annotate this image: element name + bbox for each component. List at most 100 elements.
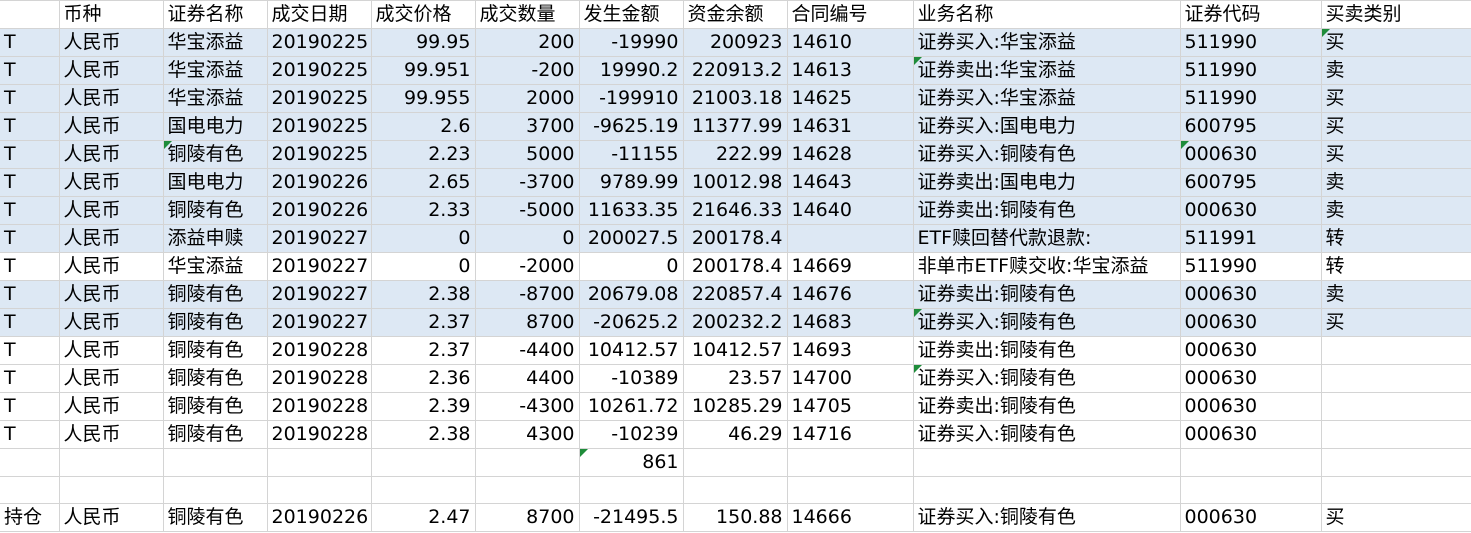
cell-business-name[interactable]: 非单市ETF赎交收:华宝添益 — [913, 252, 1181, 281]
cell-trade-type[interactable] — [1321, 392, 1471, 421]
cell-currency[interactable]: 人民币 — [59, 308, 164, 337]
cell-row-flag[interactable] — [0, 448, 60, 477]
cell-security-code[interactable]: 600795 — [1180, 168, 1322, 197]
cell-trade-qty[interactable]: 8700 — [475, 308, 580, 337]
cell-balance[interactable]: 46.29 — [683, 420, 788, 449]
cell-contract-no[interactable]: 14676 — [787, 280, 914, 309]
cell-security-code[interactable]: 000630 — [1180, 364, 1322, 393]
cell-security-name[interactable]: 铜陵有色 — [163, 420, 268, 449]
cell-trade-price[interactable]: 0 — [371, 252, 476, 281]
cell-trade-qty[interactable]: -200 — [475, 56, 580, 85]
cell-security-code[interactable]: 000630 — [1180, 336, 1322, 365]
cell-amount[interactable]: 20679.08 — [579, 280, 684, 309]
cell-trade-type[interactable]: 卖 — [1321, 168, 1471, 197]
cell-business-name[interactable]: 证券卖出:铜陵有色 — [913, 392, 1181, 421]
column-header-security-name[interactable]: 证券名称 — [163, 0, 268, 29]
cell-business-name[interactable] — [913, 448, 1181, 477]
cell-security-name[interactable]: 铜陵有色 — [163, 308, 268, 337]
cell-trade-qty[interactable]: 4300 — [475, 420, 580, 449]
cell-trade-type[interactable]: 卖 — [1321, 196, 1471, 225]
cell-balance[interactable]: 150.88 — [683, 503, 788, 532]
cell-security-name[interactable]: 国电电力 — [163, 112, 268, 141]
cell-trade-date[interactable]: 20190228 — [267, 364, 372, 393]
cell-amount[interactable]: -10239 — [579, 420, 684, 449]
cell-balance[interactable]: 200178.4 — [683, 252, 788, 281]
column-header-trade-type[interactable]: 买卖类别 — [1321, 0, 1471, 29]
cell-contract-no[interactable]: 14643 — [787, 168, 914, 197]
cell-trade-qty[interactable]: -8700 — [475, 280, 580, 309]
cell-security-code[interactable] — [1180, 448, 1322, 477]
cell-security-name[interactable]: 铜陵有色 — [163, 280, 268, 309]
cell-currency[interactable]: 人民币 — [59, 84, 164, 113]
cell-trade-qty[interactable] — [475, 448, 580, 477]
cell-trade-price[interactable]: 99.951 — [371, 56, 476, 85]
cell-contract-no[interactable]: 14716 — [787, 420, 914, 449]
cell-trade-date[interactable]: 20190225 — [267, 112, 372, 141]
cell-security-name[interactable]: 铜陵有色 — [163, 503, 268, 532]
cell-amount[interactable]: -10389 — [579, 364, 684, 393]
cell-trade-price[interactable] — [371, 448, 476, 477]
cell-balance[interactable] — [683, 476, 788, 504]
cell-business-name[interactable]: 证券卖出:铜陵有色 — [913, 280, 1181, 309]
cell-security-code[interactable]: 000630 — [1180, 196, 1322, 225]
column-header-trade-price[interactable]: 成交价格 — [371, 0, 476, 29]
cell-trade-type[interactable] — [1321, 476, 1471, 504]
cell-row-flag[interactable]: T — [0, 392, 60, 421]
cell-balance[interactable]: 23.57 — [683, 364, 788, 393]
cell-row-flag[interactable]: T — [0, 196, 60, 225]
cell-trade-date[interactable]: 20190227 — [267, 252, 372, 281]
cell-row-flag[interactable]: T — [0, 84, 60, 113]
cell-trade-date[interactable]: 20190225 — [267, 28, 372, 57]
column-header-trade-qty[interactable]: 成交数量 — [475, 0, 580, 29]
cell-business-name[interactable]: 证券卖出:铜陵有色 — [913, 336, 1181, 365]
cell-trade-qty[interactable]: -3700 — [475, 168, 580, 197]
cell-trade-type[interactable]: 买 — [1321, 112, 1471, 141]
cell-trade-type[interactable]: 买 — [1321, 84, 1471, 113]
cell-balance[interactable]: 220857.4 — [683, 280, 788, 309]
cell-business-name[interactable]: 证券买入:铜陵有色 — [913, 420, 1181, 449]
cell-currency[interactable]: 人民币 — [59, 252, 164, 281]
cell-amount[interactable]: 861 — [579, 448, 684, 477]
cell-row-flag[interactable]: T — [0, 224, 60, 253]
cell-contract-no[interactable]: 14705 — [787, 392, 914, 421]
cell-row-flag[interactable]: T — [0, 420, 60, 449]
cell-amount[interactable]: -21495.5 — [579, 503, 684, 532]
cell-security-name[interactable]: 华宝添益 — [163, 84, 268, 113]
cell-currency[interactable] — [59, 448, 164, 477]
cell-trade-date[interactable] — [267, 448, 372, 477]
cell-currency[interactable]: 人民币 — [59, 364, 164, 393]
cell-contract-no[interactable]: 14625 — [787, 84, 914, 113]
cell-trade-qty[interactable] — [475, 476, 580, 504]
cell-trade-price[interactable]: 0 — [371, 224, 476, 253]
cell-security-code[interactable]: 511990 — [1180, 252, 1322, 281]
cell-security-code[interactable]: 600795 — [1180, 112, 1322, 141]
cell-security-name[interactable]: 铜陵有色 — [163, 196, 268, 225]
cell-row-flag[interactable]: T — [0, 336, 60, 365]
cell-amount[interactable] — [579, 476, 684, 504]
cell-row-flag[interactable]: T — [0, 308, 60, 337]
cell-currency[interactable]: 人民币 — [59, 196, 164, 225]
cell-trade-type[interactable]: 卖 — [1321, 280, 1471, 309]
cell-business-name[interactable]: 证券买入:国电电力 — [913, 112, 1181, 141]
cell-trade-price[interactable]: 2.36 — [371, 364, 476, 393]
cell-currency[interactable]: 人民币 — [59, 28, 164, 57]
cell-balance[interactable]: 200178.4 — [683, 224, 788, 253]
cell-trade-type[interactable]: 买 — [1321, 140, 1471, 169]
cell-trade-price[interactable]: 2.65 — [371, 168, 476, 197]
cell-currency[interactable]: 人民币 — [59, 56, 164, 85]
cell-trade-type[interactable]: 买 — [1321, 308, 1471, 337]
column-header-row-flag[interactable] — [0, 0, 60, 29]
cell-amount[interactable]: 200027.5 — [579, 224, 684, 253]
cell-row-flag[interactable]: T — [0, 140, 60, 169]
cell-business-name[interactable]: 证券卖出:华宝添益 — [913, 56, 1181, 85]
cell-contract-no[interactable]: 14628 — [787, 140, 914, 169]
cell-trade-qty[interactable]: 4400 — [475, 364, 580, 393]
column-header-currency[interactable]: 币种 — [59, 0, 164, 29]
cell-amount[interactable]: -9625.19 — [579, 112, 684, 141]
cell-row-flag[interactable]: 持仓 — [0, 503, 60, 532]
cell-trade-date[interactable]: 20190227 — [267, 280, 372, 309]
cell-row-flag[interactable]: T — [0, 56, 60, 85]
cell-currency[interactable]: 人民币 — [59, 140, 164, 169]
cell-business-name[interactable] — [913, 476, 1181, 504]
cell-security-code[interactable]: 000630 — [1180, 420, 1322, 449]
